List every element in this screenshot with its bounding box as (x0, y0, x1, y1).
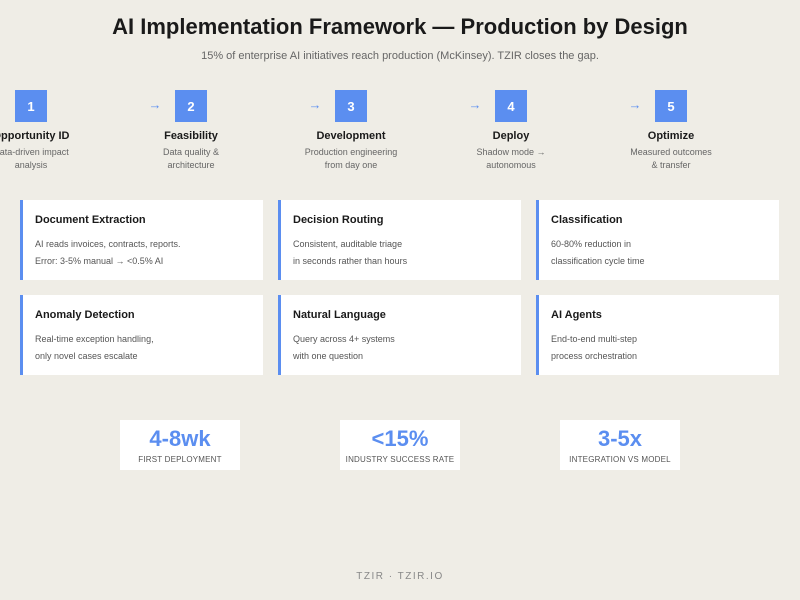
step-opportunity-id: 1 Opportunity ID Data-driven impact anal… (0, 90, 91, 172)
step-feasibility: 2 Feasibility Data quality & architectur… (131, 90, 251, 172)
step-description-line: from day one (324, 160, 378, 171)
card-classification: Classification 60-80% reduction in class… (536, 200, 779, 280)
card-text: process orchestration (551, 351, 638, 361)
step-label: Development (316, 130, 386, 142)
step-description-line: Shadow mode → (476, 147, 546, 157)
step-number: 5 (655, 90, 687, 122)
step-description: Measured outcomes & transfer (611, 146, 731, 172)
stat-first-deployment: 4-8wk FIRST DEPLOYMENT (120, 420, 240, 470)
step-optimize: 5 Optimize Measured outcomes & transfer (611, 90, 731, 172)
stat-caption: FIRST DEPLOYMENT (138, 455, 222, 464)
card-text: Query across 4+ systems (293, 334, 395, 344)
stat-industry-success-rate: <15% INDUSTRY SUCCESS RATE (340, 420, 460, 470)
page-subtitle: 15% of enterprise AI initiatives reach p… (201, 50, 599, 62)
card-title: Classification (551, 214, 623, 226)
card-text: 60-80% reduction in (551, 239, 632, 249)
step-description-line: Data-driven impact (0, 147, 69, 157)
card-natural-language: Natural Language Query across 4+ systems… (278, 295, 521, 375)
step-number: 2 (175, 90, 207, 122)
step-description-line: autonomous (486, 160, 536, 171)
card-title: Decision Routing (293, 214, 384, 226)
card-text: AI reads invoices, contracts, reports. (35, 239, 181, 249)
card-anomaly-detection: Anomaly Detection Real-time exception ha… (20, 295, 263, 375)
step-description-line: Data quality & (162, 147, 220, 157)
card-text: in seconds rather than hours (293, 256, 408, 266)
page-title: AI Implementation Framework — Production… (112, 14, 688, 39)
step-number: 1 (15, 90, 47, 122)
card-title: Anomaly Detection (35, 309, 135, 321)
card-text: only novel cases escalate (35, 351, 138, 361)
step-label: Deploy (492, 130, 530, 142)
step-number: 4 (495, 90, 527, 122)
card-ai-agents: AI Agents End-to-end multi-step process … (536, 295, 779, 375)
step-number: 3 (335, 90, 367, 122)
step-description-line: analysis (14, 160, 48, 171)
step-description: Data-driven impact analysis (0, 146, 91, 172)
step-description-line: Production engineering (304, 147, 398, 157)
stat-value: <15% (371, 426, 429, 451)
card-text: Error: 3-5% manual → <0.5% AI (35, 256, 164, 266)
card-decision-routing: Decision Routing Consistent, auditable t… (278, 200, 521, 280)
step-label: Optimize (647, 130, 695, 142)
card-text: Real-time exception handling, (35, 334, 154, 344)
stat-caption: INDUSTRY SUCCESS RATE (345, 455, 455, 464)
card-text: classification cycle time (551, 256, 645, 266)
step-description: Production engineering from day one (291, 146, 411, 172)
step-development: 3 Development Production engineering fro… (291, 90, 411, 172)
footer-brand: TZIR · TZIR.IO (356, 571, 444, 582)
stat-integration-vs-model: 3-5x INTEGRATION VS MODEL (560, 420, 680, 470)
card-document-extraction: Document Extraction AI reads invoices, c… (20, 200, 263, 280)
step-deploy: 4 Deploy Shadow mode → autonomous (451, 90, 571, 172)
card-text: with one question (293, 351, 364, 361)
card-title: Natural Language (293, 309, 386, 321)
card-text: Consistent, auditable triage (293, 239, 403, 249)
step-description-line: architecture (167, 160, 215, 171)
step-label: Opportunity ID (0, 130, 70, 142)
step-description-line: Measured outcomes (630, 147, 712, 157)
step-label: Feasibility (164, 130, 218, 142)
card-title: AI Agents (551, 309, 602, 321)
step-description-line: & transfer (651, 160, 691, 171)
stat-value: 4-8wk (149, 426, 211, 451)
card-text: End-to-end multi-step (551, 334, 638, 344)
step-description: Data quality & architecture (131, 146, 251, 172)
step-description: Shadow mode → autonomous (451, 146, 571, 172)
stat-caption: INTEGRATION VS MODEL (569, 455, 671, 464)
stat-value: 3-5x (597, 426, 643, 451)
card-title: Document Extraction (35, 214, 146, 226)
